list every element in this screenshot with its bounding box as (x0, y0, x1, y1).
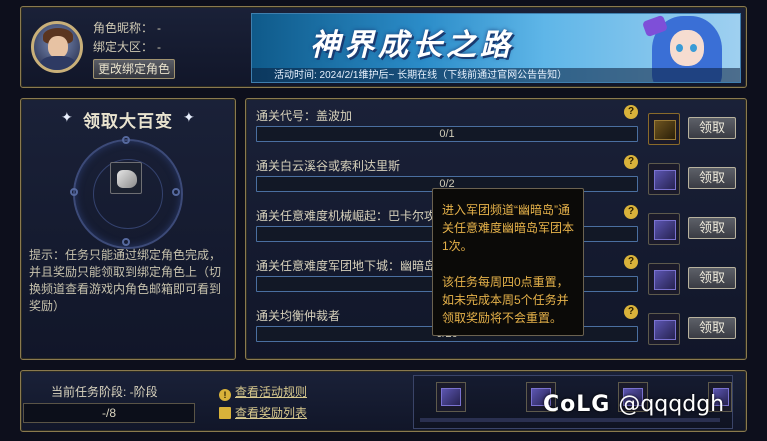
task-progress-text: 0/1 (439, 128, 455, 140)
claim-button[interactable]: 领取 (688, 167, 736, 189)
role-name-line: 角色昵称： - (93, 19, 161, 36)
sparkle-icon: ✦ (183, 109, 195, 125)
role-name-value: - (157, 21, 162, 35)
stage-label: 当前任务阶段: -阶段 (51, 385, 158, 399)
tooltip-reset-note: 该任务每周四0点重置，如未完成本周5个任务并领取奖励将不会重置。 (442, 275, 569, 325)
avatar (31, 21, 83, 73)
rules-link-label: 查看活动规则 (235, 385, 308, 399)
purple-box-icon[interactable] (648, 263, 680, 295)
grand-reward-item-icon[interactable] (110, 162, 142, 194)
claim-button[interactable]: 领取 (688, 217, 736, 239)
claim-button[interactable]: 领取 (688, 117, 736, 139)
tooltip-description: 进入军团频道“幽暗岛”通关任意难度幽暗岛军团本1次。 (442, 203, 575, 253)
region-line: 绑定大区： - (93, 38, 161, 55)
region-label: 绑定大区： (93, 40, 154, 54)
task-name: 通关任意难度机械崛起：巴卡尔攻坚战 (256, 209, 461, 223)
claim-button[interactable]: 领取 (688, 317, 736, 339)
banner-title: 神界成长之路 (310, 28, 514, 63)
event-banner: 神界成长之路 活动时间: 2024/2/1维护后~ 长期在线（下线前通过官网公告… (251, 13, 741, 83)
rules-link[interactable]: ! 查看活动规则 (219, 383, 307, 401)
watermark: CoLG @qqqdgh (543, 392, 724, 417)
stage-track-bar (420, 418, 720, 422)
rewards-link-label: 查看奖励列表 (235, 406, 308, 420)
gold-box-icon[interactable] (648, 113, 680, 145)
help-icon[interactable]: ? (624, 105, 638, 119)
purple-box-icon[interactable] (436, 382, 466, 412)
hint-text: 提示：任务只能通过绑定角色完成，并且奖励只能领取到绑定角色上（切换频道查看游戏内… (29, 248, 222, 313)
purple-box-icon[interactable] (648, 313, 680, 345)
task-name: 通关均衡仲裁者 (256, 309, 341, 323)
purple-box-icon[interactable] (648, 213, 680, 245)
help-icon[interactable]: ? (624, 205, 638, 219)
task-name: 通关代号：盖波加 (256, 109, 353, 123)
region-value: - (157, 40, 162, 54)
watermark-handle: @qqqdgh (618, 392, 725, 417)
reward-showcase-panel: ✦ 领取大百变 ✦ 提示：任务只能通过绑定角色完成，并且奖励只能领取到绑定角色上… (20, 98, 236, 360)
claim-button[interactable]: 领取 (688, 267, 736, 289)
purple-box-icon[interactable] (648, 163, 680, 195)
help-icon[interactable]: ? (624, 305, 638, 319)
task-name: 通关白云溪谷或索利达里斯 (256, 159, 401, 173)
gift-icon (219, 407, 231, 419)
header-panel: 角色昵称： - 绑定大区： - 更改绑定角色 神界成长之路 活动时间: 2024/2… (20, 6, 747, 88)
help-icon[interactable]: ? (624, 155, 638, 169)
task-progress-bar: 0/1 (256, 126, 638, 142)
rewards-link[interactable]: 查看奖励列表 (219, 404, 307, 421)
stage-value: -/8 (23, 403, 195, 423)
showcase-title: 领取大百变 (83, 112, 173, 132)
banner-subtitle: 活动时间: 2024/2/1维护后~ 长期在线（下线前通过官网公告告知） (252, 68, 740, 82)
role-name-label: 角色昵称： (93, 21, 154, 35)
magic-circle-decoration (70, 136, 183, 249)
info-icon: ! (219, 389, 231, 401)
task-row: 通关代号：盖波加 ? 0/1 领取 (254, 105, 740, 155)
change-role-button[interactable]: 更改绑定角色 (93, 59, 175, 79)
task-tooltip: 进入军团频道“幽暗岛”通关任意难度幽暗岛军团本1次。 该任务每周四0点重置，如未… (432, 188, 584, 336)
help-icon[interactable]: ? (624, 255, 638, 269)
watermark-brand: CoLG (543, 392, 611, 417)
